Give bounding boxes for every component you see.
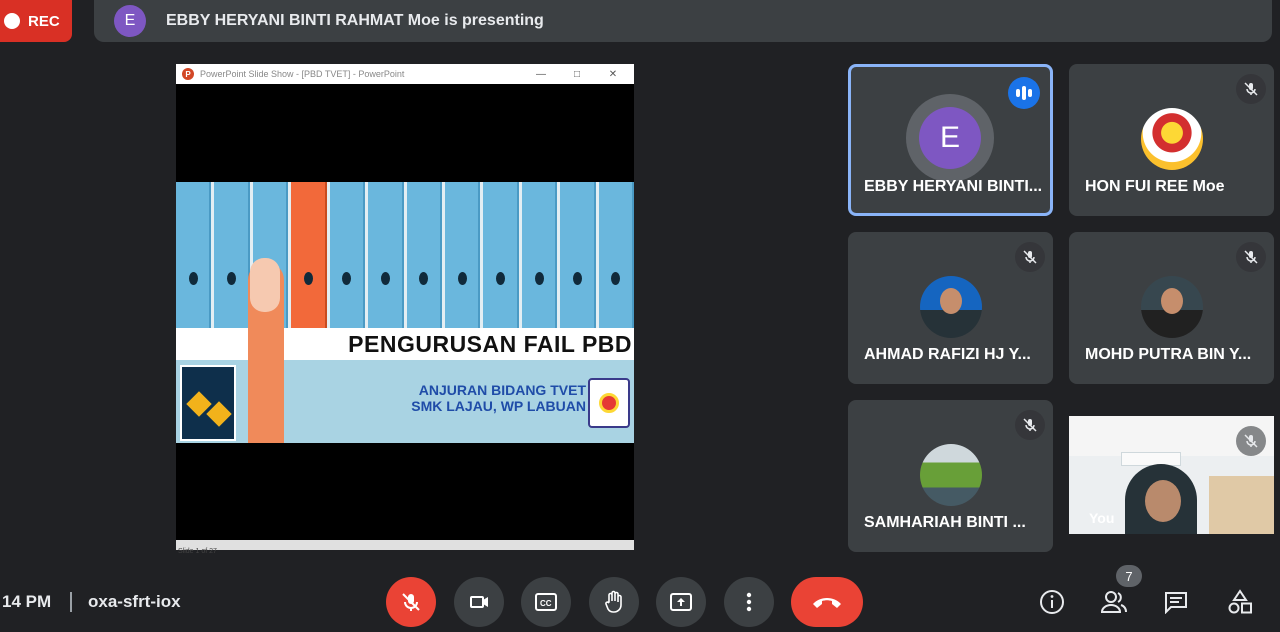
binders-image (176, 182, 634, 328)
meet-window: REC E EBBY HERYANI BINTI RAHMAT Moe is p… (0, 0, 1280, 632)
raise-hand-button[interactable] (589, 577, 639, 627)
binder (214, 182, 250, 328)
window-title: PowerPoint Slide Show - [PBD TVET] - Pow… (200, 69, 405, 79)
avatar: E (919, 107, 981, 169)
participant-tile[interactable]: MOHD PUTRA BIN Y... (1069, 232, 1274, 384)
phone-hangup-icon (813, 598, 841, 608)
binder (444, 182, 481, 328)
record-dot-icon (4, 13, 20, 29)
more-vert-icon (746, 592, 752, 612)
people-button[interactable] (1100, 588, 1128, 616)
participant-name: SAMHARIAH BINTI ... (864, 514, 1026, 531)
recording-label: REC (28, 12, 60, 30)
people-icon (1100, 591, 1127, 613)
participant-tile[interactable]: SAMHARIAH BINTI ... (848, 400, 1053, 552)
mic-off-icon (1236, 242, 1266, 272)
svg-text:CC: CC (540, 599, 552, 608)
mic-off-icon (1236, 74, 1266, 104)
avatar (1141, 108, 1203, 170)
camera-icon (470, 596, 488, 608)
school-logo (588, 378, 630, 428)
avatar (1141, 276, 1203, 338)
binder (560, 182, 596, 328)
presenting-banner: E EBBY HERYANI BINTI RAHMAT Moe is prese… (94, 0, 1272, 42)
activities-button[interactable] (1226, 588, 1254, 616)
participant-name: HON FUI REE Moe (1085, 178, 1225, 195)
mic-off-icon (1015, 410, 1045, 440)
activities-icon (1228, 589, 1252, 614)
shared-screen[interactable]: P PowerPoint Slide Show - [PBD TVET] - P… (176, 64, 634, 555)
captions-icon: CC (535, 593, 557, 611)
info-icon (1040, 590, 1064, 614)
maximize-icon: □ (573, 68, 581, 80)
captions-button[interactable]: CC (521, 577, 571, 627)
participant-tile[interactable]: E EBBY HERYANI BINTI... (848, 64, 1053, 216)
background-image (1121, 452, 1181, 466)
chat-button[interactable] (1162, 588, 1190, 616)
camera-toggle-button[interactable] (454, 577, 504, 627)
mic-off-icon (1015, 242, 1045, 272)
recording-indicator: REC (0, 0, 72, 42)
present-icon (670, 593, 692, 611)
binder (521, 182, 558, 328)
avatar-ring: E (906, 94, 994, 182)
minimize-icon: — (536, 68, 546, 80)
slideshow-status-bar: Slide 1 of 27 (176, 540, 634, 555)
binder (406, 182, 442, 328)
binder (598, 182, 634, 328)
participant-tile[interactable]: HON FUI REE Moe (1069, 64, 1274, 216)
mic-off-icon (402, 593, 420, 611)
leave-call-button[interactable] (791, 577, 863, 627)
mic-toggle-button[interactable] (386, 577, 436, 627)
binder (368, 182, 404, 328)
clock: 14 PM (2, 592, 52, 611)
self-view-tile[interactable]: You (1069, 416, 1274, 534)
guide-book-image (180, 365, 236, 441)
window-titlebar: P PowerPoint Slide Show - [PBD TVET] - P… (176, 64, 634, 84)
participant-name: AHMAD RAFIZI HJ Y... (864, 346, 1031, 363)
participant-name: MOHD PUTRA BIN Y... (1085, 346, 1252, 363)
presenting-text: EBBY HERYANI BINTI RAHMAT Moe is present… (166, 12, 544, 29)
powerpoint-icon: P (182, 68, 194, 80)
meeting-code: oxa-sfrt-iox (88, 592, 181, 611)
slide-title: PENGURUSAN FAIL PBD (348, 330, 632, 357)
slide-subtitle-line2: SMK LAJAU, WP LABUAN (411, 398, 586, 414)
chat-icon (1165, 592, 1187, 614)
participant-name: EBBY HERYANI BINTI... (864, 178, 1043, 195)
meeting-details-button[interactable] (1038, 588, 1066, 616)
avatar (920, 444, 982, 506)
hand-icon (605, 590, 622, 613)
binder-orange (291, 182, 327, 328)
avatar (920, 276, 982, 338)
divider (70, 592, 72, 612)
self-label: You (1089, 510, 1115, 526)
presenter-avatar: E (114, 5, 146, 37)
binder (483, 182, 519, 328)
slide-subtitle: ANJURAN BIDANG TVET SMK LAJAU, WP LABUAN (366, 382, 586, 414)
slide-content: PENGURUSAN FAIL PBD ANJURAN BIDANG TVET … (176, 182, 634, 443)
speaking-indicator-icon (1008, 77, 1040, 109)
present-now-button[interactable] (656, 577, 706, 627)
close-icon: ✕ (608, 68, 618, 80)
participant-tile[interactable]: AHMAD RAFIZI HJ Y... (848, 232, 1053, 384)
more-options-button[interactable] (724, 577, 774, 627)
binder (176, 182, 212, 328)
slide-counter: Slide 1 of 27 (178, 548, 217, 555)
slide-subtitle-line1: ANJURAN BIDANG TVET (418, 382, 586, 398)
hand-illustration (250, 258, 280, 312)
slide-title-band: PENGURUSAN FAIL PBD (176, 328, 634, 360)
participant-count-badge: 7 (1116, 565, 1142, 587)
mic-off-icon (1236, 426, 1266, 456)
binder (329, 182, 366, 328)
